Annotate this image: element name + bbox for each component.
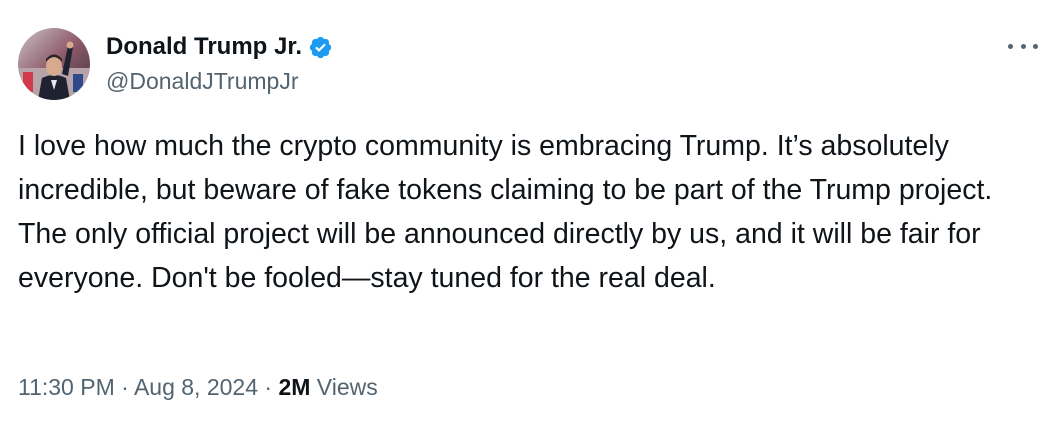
meta-separator: · (264, 374, 273, 400)
more-options-icon[interactable] (1008, 36, 1038, 56)
tweet-date: Aug 8, 2024 (133, 374, 258, 400)
avatar-image (18, 28, 90, 100)
author-handle[interactable]: @DonaldJTrumpJr (106, 66, 333, 96)
more-dot (1033, 43, 1038, 49)
views-count: 2M (278, 374, 311, 400)
tweet-timestamp[interactable]: 11:30 PM · Aug 8, 2024 (18, 374, 258, 400)
author-display-name[interactable]: Donald Trump Jr. (106, 32, 302, 62)
avatar[interactable] (18, 28, 90, 100)
author-names: Donald Trump Jr. @DonaldJTrumpJr (106, 32, 333, 96)
verified-badge-icon (308, 35, 333, 60)
tweet-meta: 11:30 PM · Aug 8, 2024 · 2M Views (18, 370, 378, 404)
views-label: Views (316, 374, 378, 400)
meta-separator: · (121, 374, 129, 400)
tweet-text: I love how much the crypto community is … (18, 130, 993, 294)
name-row: Donald Trump Jr. (106, 32, 333, 62)
tweet-card: Donald Trump Jr. @DonaldJTrumpJr I love … (0, 0, 1060, 434)
tweet-time: 11:30 PM (18, 374, 115, 400)
more-dot (1008, 43, 1013, 49)
more-dot (1020, 43, 1026, 49)
tweet-header: Donald Trump Jr. @DonaldJTrumpJr (18, 28, 333, 100)
